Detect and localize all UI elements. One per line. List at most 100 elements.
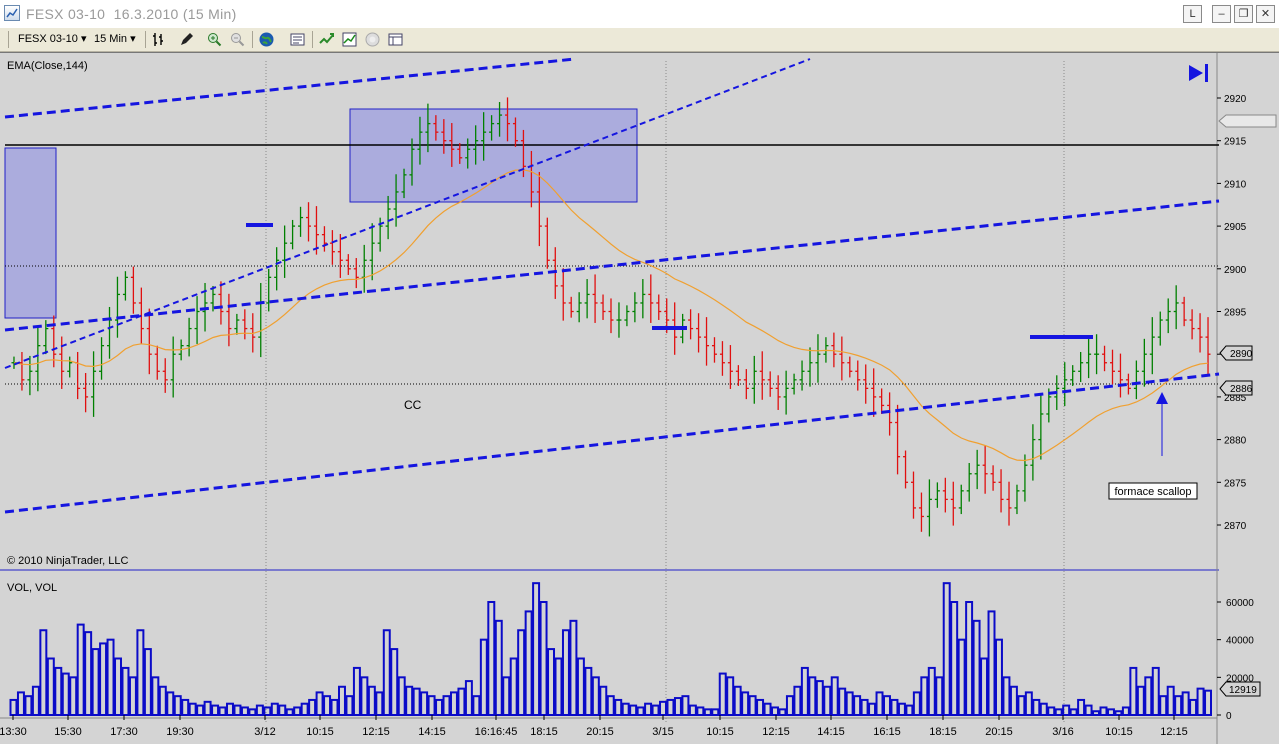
volume-bar (1204, 689, 1213, 716)
volume-bar (726, 676, 735, 716)
price-bar (353, 258, 359, 289)
copyright-label: © 2010 NinjaTrader, LLC (7, 555, 128, 567)
volume-bar (576, 657, 585, 716)
highlight-box-left[interactable] (4, 147, 57, 319)
highlight-box-top[interactable] (349, 108, 638, 203)
volume-bar (1136, 685, 1145, 716)
volume-axis[interactable]: 6000040000200000 (1217, 598, 1254, 722)
volume-bar (136, 629, 145, 716)
time-tick-label: 16:16:45 (475, 726, 518, 738)
price-bar (544, 217, 550, 269)
price-bar (234, 313, 240, 335)
instrument-selector[interactable]: FESX 03-10 ▾ (18, 31, 87, 48)
arrow-up-icon[interactable] (1156, 392, 1168, 404)
price-bar (871, 368, 877, 417)
volume-bar (173, 695, 182, 717)
price-bar (258, 282, 264, 358)
scroll-to-end-icon[interactable] (1189, 64, 1208, 82)
volume-bar (950, 601, 959, 716)
price-bar (775, 375, 781, 410)
time-tick-label: 18:15 (929, 726, 957, 738)
volume-bar (1054, 708, 1063, 716)
bar-style-icon[interactable] (151, 31, 168, 48)
price-bar (831, 332, 837, 368)
steep-trendline[interactable] (4, 58, 811, 369)
price-bar (242, 309, 248, 340)
price-bar (226, 293, 232, 347)
price-bar (1157, 311, 1163, 346)
upper-channel-line[interactable] (4, 57, 576, 119)
price-bar (767, 371, 773, 397)
volume-tick-label: 60000 (1226, 598, 1254, 609)
price-bar (704, 317, 710, 366)
volume-bar (151, 676, 160, 716)
price-chart[interactable]: CC formace scallop EMA(Close,144) © 2010… (0, 53, 1279, 744)
volume-bar (449, 691, 458, 717)
middle-trendline[interactable] (4, 199, 1220, 332)
price-bar (942, 477, 948, 513)
volume-bar (121, 666, 130, 717)
zoom-out-icon[interactable] (229, 31, 246, 48)
chart-style-icon[interactable] (341, 31, 358, 48)
volume-bar (980, 657, 989, 716)
price-bar (1062, 362, 1068, 407)
price-tick-label: 2895 (1224, 308, 1247, 319)
chart-area[interactable]: CC formace scallop EMA(Close,144) © 2010… (0, 52, 1279, 744)
time-tick-label: 12:15 (1160, 726, 1188, 738)
strategy-icon[interactable] (318, 31, 335, 48)
price-bar (648, 274, 654, 323)
volume-bar (890, 698, 899, 717)
time-axis[interactable]: 13:30 15:30 17:30 19:30 3/12 10:15 12:15 14:15 1… (0, 715, 1217, 738)
data-box-icon[interactable] (387, 31, 404, 48)
ema-indicator-label: EMA(Close,144) (7, 60, 88, 72)
link-button[interactable]: L (1183, 5, 1202, 23)
interval-selector[interactable]: 15 Min ▾ (94, 31, 136, 48)
disabled-icon[interactable] (364, 31, 381, 48)
maximize-button[interactable]: ❐ (1234, 5, 1253, 23)
lower-trendline[interactable] (4, 372, 1220, 514)
toolbar-grip (8, 31, 9, 48)
volume-bar (584, 666, 593, 717)
volume-bar (696, 706, 705, 717)
volume-bar (883, 695, 891, 717)
close-button[interactable]: ✕ (1256, 5, 1275, 23)
price-axis[interactable]: 2920291529102905290028952890288528802875… (1217, 94, 1247, 532)
volume-bar (278, 704, 287, 716)
volume-bar (1129, 666, 1138, 717)
price-bar (1038, 393, 1044, 460)
price-bar (35, 325, 41, 392)
price-bar (847, 356, 853, 378)
price-bar (624, 305, 630, 327)
price-bar (266, 268, 272, 312)
volume-bar (711, 708, 720, 716)
properties-icon[interactable] (289, 31, 306, 48)
volume-indicator-label: VOL, VOL (7, 582, 57, 594)
price-bar (290, 219, 296, 250)
volume-bar (688, 704, 697, 716)
volume-bar (905, 704, 914, 716)
volume-bar (360, 676, 369, 716)
minimize-button[interactable]: – (1212, 5, 1231, 23)
volume-bar (405, 685, 414, 716)
price-bar (592, 274, 598, 323)
globe-icon[interactable] (258, 31, 275, 48)
price-bar (1173, 285, 1179, 330)
volume-bar (1047, 706, 1056, 717)
volume-bar (942, 582, 951, 717)
zoom-in-icon[interactable] (206, 31, 223, 48)
price-bar (918, 492, 924, 532)
drawing-pencil-icon[interactable] (178, 31, 195, 48)
volume-bar (1121, 706, 1130, 717)
volume-bar (99, 642, 108, 717)
cc-annotation[interactable]: CC (404, 398, 422, 412)
volume-bar (569, 619, 578, 716)
price-bar (369, 223, 375, 281)
volume-bar (785, 695, 794, 717)
volume-bar (181, 698, 190, 717)
volume-bar (987, 610, 996, 717)
volume-bar (830, 676, 839, 716)
volume-bar (614, 698, 623, 717)
price-tick-label: 2880 (1224, 436, 1247, 447)
volume-bar (1166, 685, 1175, 716)
price-bar (910, 471, 916, 519)
